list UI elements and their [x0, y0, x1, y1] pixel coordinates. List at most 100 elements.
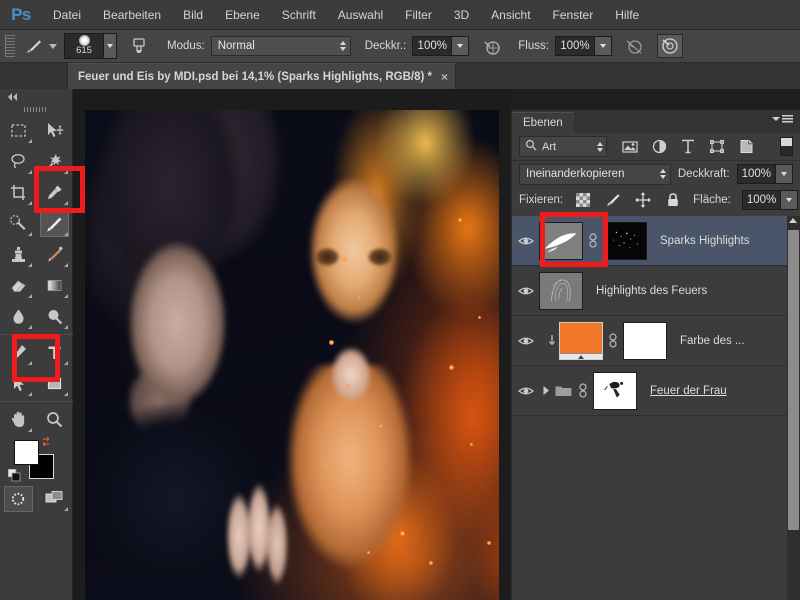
tool-brush[interactable] [36, 208, 72, 239]
filter-shape-icon[interactable] [708, 138, 726, 156]
layer-opacity-value[interactable]: 100% [736, 164, 776, 184]
tools-panel-grip[interactable] [0, 104, 72, 115]
tool-dodge[interactable] [36, 301, 72, 332]
layer-thumbnails[interactable] [539, 271, 583, 310]
tablet-pressure-icon[interactable] [125, 34, 153, 58]
opacity-dropdown-arrow[interactable] [452, 36, 470, 56]
collapse-panel-icon[interactable] [0, 89, 72, 104]
scroll-up-icon[interactable] [789, 218, 797, 223]
layer-fill-value[interactable]: 100% [741, 189, 782, 210]
tool-hand[interactable] [0, 404, 36, 435]
brush-preset-picker-arrow[interactable] [49, 43, 57, 49]
filter-smart-object-icon[interactable] [737, 138, 755, 156]
menu-item-filter[interactable]: Filter [394, 0, 443, 30]
table-row[interactable]: Sparks Highlights [512, 216, 800, 266]
layer-fill-control[interactable]: 100% [741, 189, 799, 210]
layer-kind-select[interactable]: Art [519, 136, 607, 157]
flow-control[interactable]: 100% [554, 36, 612, 56]
close-icon[interactable]: × [441, 71, 448, 83]
layer-name[interactable]: Feuer der Frau [650, 385, 727, 397]
table-row[interactable]: Feuer der Frau [512, 366, 800, 416]
menu-item-3d[interactable]: 3D [443, 0, 480, 30]
airbrush-icon[interactable] [621, 34, 647, 58]
flow-value[interactable]: 100% [554, 36, 595, 56]
options-bar-grip[interactable] [5, 35, 15, 57]
layer-name[interactable]: Farbe des ... [680, 335, 745, 347]
layer-opacity-control[interactable]: 100% [736, 164, 793, 184]
filter-toggle-icon[interactable] [780, 137, 793, 156]
highlights-des-feuers-thumbnail[interactable] [539, 271, 583, 310]
tool-spot-healing-brush[interactable] [0, 208, 36, 239]
pressure-opacity-icon[interactable] [478, 34, 504, 58]
tool-path-selection[interactable] [0, 368, 36, 399]
foreground-color-swatch[interactable] [14, 440, 39, 465]
menu-item-ebene[interactable]: Ebene [214, 0, 271, 30]
menu-item-hilfe[interactable]: Hilfe [604, 0, 650, 30]
filter-type-icon[interactable] [679, 138, 697, 156]
default-colors-icon[interactable] [7, 468, 22, 488]
solid-color-fill-thumbnail[interactable] [559, 321, 603, 360]
filter-pixel-icon[interactable] [621, 138, 639, 156]
lock-all-icon[interactable] [664, 191, 682, 209]
lock-image-icon[interactable] [604, 191, 622, 209]
brush-preset-dropdown[interactable] [104, 33, 117, 59]
panel-menu-icon[interactable] [772, 115, 793, 123]
table-row[interactable]: Farbe des ... [512, 316, 800, 366]
brush-size-preview[interactable]: 615 [64, 33, 104, 59]
tool-rectangle-shape[interactable] [36, 368, 72, 399]
menu-item-ansicht[interactable]: Ansicht [480, 0, 541, 30]
document-artwork[interactable] [85, 110, 499, 600]
layer-fill-dropdown[interactable] [781, 189, 799, 210]
tool-clone-stamp[interactable] [0, 239, 36, 270]
table-row[interactable]: Highlights des Feuers [512, 266, 800, 316]
menu-item-bild[interactable]: Bild [172, 0, 214, 30]
chevron-right-icon[interactable] [539, 385, 553, 396]
layer-mask-white-thumbnail[interactable] [623, 321, 667, 360]
tool-history-brush[interactable] [36, 239, 72, 270]
menu-item-datei[interactable]: Datei [42, 0, 92, 30]
scrollbar-thumb[interactable] [788, 230, 799, 530]
layer-visibility-toggle[interactable] [512, 235, 539, 247]
tab-ebenen[interactable]: Ebenen [512, 112, 574, 133]
tool-pen[interactable] [0, 337, 36, 368]
layer-thumbnails[interactable] [539, 221, 647, 260]
opacity-control[interactable]: 100% [412, 36, 470, 56]
opacity-value[interactable]: 100% [412, 36, 453, 56]
layer-thumbnails[interactable] [559, 321, 667, 360]
tool-zoom[interactable] [36, 404, 72, 435]
layers-panel-scrollbar[interactable] [787, 216, 800, 600]
layer-link-icon[interactable] [606, 333, 620, 348]
brush-icon[interactable] [21, 34, 47, 58]
tool-eraser[interactable] [0, 270, 36, 301]
tool-gradient[interactable] [36, 270, 72, 301]
layer-visibility-toggle[interactable] [512, 285, 539, 297]
menu-item-fenster[interactable]: Fenster [542, 0, 605, 30]
blend-mode-select[interactable]: Normal [210, 36, 351, 56]
tool-blur[interactable] [0, 301, 36, 332]
layer-link-icon[interactable] [576, 383, 590, 398]
layer-opacity-dropdown[interactable] [776, 164, 793, 184]
layer-visibility-toggle[interactable] [512, 335, 539, 347]
tool-crop[interactable] [0, 177, 36, 208]
group-mask-thumbnail[interactable] [593, 371, 637, 410]
filter-adjustment-icon[interactable] [650, 138, 668, 156]
tool-eyedropper[interactable] [36, 177, 72, 208]
canvas-area[interactable] [73, 89, 511, 600]
tool-rectangular-marquee[interactable] [0, 115, 36, 146]
menu-item-schrift[interactable]: Schrift [271, 0, 327, 30]
layer-name[interactable]: Highlights des Feuers [596, 285, 707, 297]
layer-blend-mode-select[interactable]: Ineinanderkopieren [519, 163, 671, 185]
flow-dropdown-arrow[interactable] [594, 36, 612, 56]
tool-magic-wand[interactable] [36, 146, 72, 177]
swap-colors-icon[interactable] [40, 435, 53, 453]
tool-type[interactable] [36, 337, 72, 368]
layer-link-icon[interactable] [586, 233, 600, 248]
document-tab[interactable]: Feuer und Eis by MDI.psd bei 14,1% (Spar… [68, 63, 457, 89]
layer-visibility-toggle[interactable] [512, 385, 539, 397]
tool-lasso[interactable] [0, 146, 36, 177]
layer-name[interactable]: Sparks Highlights [660, 235, 749, 247]
menu-item-bearbeiten[interactable]: Bearbeiten [92, 0, 172, 30]
sparks-highlights-mask-thumbnail[interactable] [539, 221, 583, 260]
lock-transparency-icon[interactable] [574, 191, 592, 209]
menu-item-auswahl[interactable]: Auswahl [327, 0, 394, 30]
